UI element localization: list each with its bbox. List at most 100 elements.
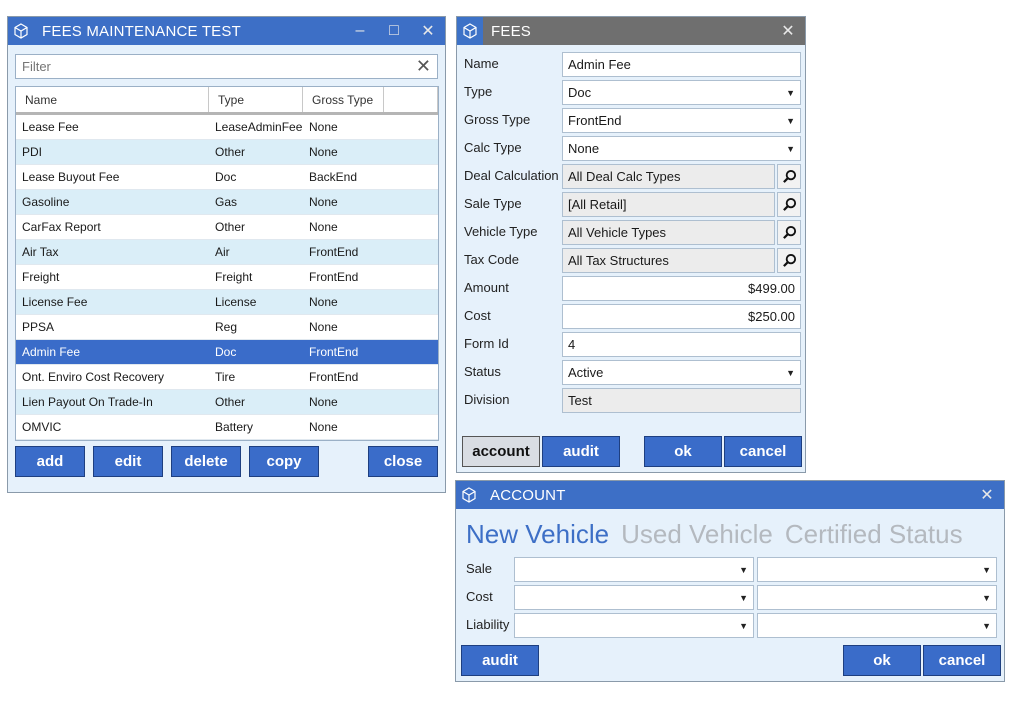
- account-titlebar[interactable]: ACCOUNT ✕: [456, 481, 1004, 509]
- edit-button[interactable]: edit: [93, 446, 163, 477]
- cost-field[interactable]: $250.00: [562, 304, 801, 329]
- cost-account-select-1[interactable]: ▼: [514, 585, 754, 610]
- column-header-name[interactable]: Name: [16, 87, 209, 112]
- tax-code-label: Tax Code: [464, 252, 519, 267]
- name-value: Admin Fee: [568, 57, 631, 72]
- type-cell: Other: [215, 395, 246, 409]
- fees-window: FEES ✕ Name Admin Fee Type Doc ▼ Gross Ty…: [456, 16, 806, 473]
- app-cube-icon: [456, 481, 482, 509]
- gross-type-cell: FrontEnd: [309, 345, 359, 359]
- deal-calculation-search-button[interactable]: [777, 164, 801, 189]
- close-window-button[interactable]: ✕: [771, 17, 805, 45]
- tab-used-vehicle[interactable]: Used Vehicle: [621, 519, 773, 550]
- close-window-button[interactable]: ✕: [411, 17, 445, 45]
- type-label: Type: [464, 84, 493, 99]
- type-cell: LeaseAdminFee: [215, 120, 303, 134]
- sale-row-label: Sale: [466, 561, 493, 576]
- table-row[interactable]: Air Tax Air FrontEnd: [16, 240, 438, 265]
- ok-button[interactable]: ok: [843, 645, 921, 676]
- search-icon: [782, 169, 796, 183]
- audit-button[interactable]: audit: [542, 436, 620, 467]
- table-row[interactable]: PDI Other None: [16, 140, 438, 165]
- type-cell: Tire: [215, 370, 236, 384]
- liability-account-select-1[interactable]: ▼: [514, 613, 754, 638]
- table-row[interactable]: License Fee License None: [16, 290, 438, 315]
- calc-type-select[interactable]: None ▼: [562, 136, 801, 161]
- form-id-field[interactable]: 4: [562, 332, 801, 357]
- name-cell: PPSA: [22, 320, 55, 334]
- add-button[interactable]: add: [15, 446, 85, 477]
- table-row[interactable]: CarFax Report Other None: [16, 215, 438, 240]
- column-header-gross-type[interactable]: Gross Type: [303, 87, 384, 112]
- delete-button[interactable]: delete: [171, 446, 241, 477]
- close-window-button[interactable]: ✕: [970, 481, 1004, 509]
- deal-calculation-value: All Deal Calc Types: [568, 169, 681, 184]
- gross-type-select[interactable]: FrontEnd ▼: [562, 108, 801, 133]
- type-cell: Gas: [215, 195, 238, 209]
- type-cell: Battery: [215, 420, 254, 434]
- cost-account-select-2[interactable]: ▼: [757, 585, 997, 610]
- table-row[interactable]: Lease Fee LeaseAdminFee None: [16, 115, 438, 140]
- type-cell: Air: [215, 245, 230, 259]
- form-id-value: 4: [568, 337, 576, 352]
- liability-row-label: Liability: [466, 617, 510, 632]
- sale-type-search-button[interactable]: [777, 192, 801, 217]
- chevron-down-icon: ▼: [739, 620, 748, 631]
- cancel-button[interactable]: cancel: [724, 436, 802, 467]
- type-cell: Doc: [215, 345, 237, 359]
- table-row[interactable]: OMVIC Battery None: [16, 415, 438, 440]
- column-header-filler: [384, 87, 438, 112]
- fees-maintenance-titlebar[interactable]: FEES MAINTENANCE TEST – □ ✕: [8, 17, 445, 45]
- fees-titlebar[interactable]: FEES ✕: [457, 17, 805, 45]
- cost-label: Cost: [464, 308, 491, 323]
- grid-body: Lease Fee LeaseAdminFee None PDI Other None Le…: [16, 115, 438, 440]
- name-cell: License Fee: [22, 295, 88, 309]
- minimize-button[interactable]: –: [343, 17, 377, 45]
- name-field[interactable]: Admin Fee: [562, 52, 801, 77]
- column-header-type[interactable]: Type: [209, 87, 303, 112]
- gross-type-cell: None: [309, 395, 338, 409]
- table-row[interactable]: Freight Freight FrontEnd: [16, 265, 438, 290]
- cancel-button[interactable]: cancel: [923, 645, 1001, 676]
- account-window: ACCOUNT ✕ New Vehicle Used Vehicle Certi…: [455, 480, 1005, 682]
- audit-button[interactable]: audit: [461, 645, 539, 676]
- gross-type-cell: None: [309, 145, 338, 159]
- account-button[interactable]: account: [462, 436, 540, 467]
- vehicle-type-search-button[interactable]: [777, 220, 801, 245]
- division-label: Division: [464, 392, 510, 407]
- table-row[interactable]: PPSA Reg None: [16, 315, 438, 340]
- table-row[interactable]: Lien Payout On Trade-In Other None: [16, 390, 438, 415]
- maximize-button[interactable]: □: [377, 17, 411, 45]
- name-cell: OMVIC: [22, 420, 62, 434]
- tax-code-value: All Tax Structures: [568, 253, 669, 268]
- chevron-down-icon: ▼: [982, 564, 991, 575]
- copy-button[interactable]: copy: [249, 446, 319, 477]
- liability-account-select-2[interactable]: ▼: [757, 613, 997, 638]
- clear-filter-icon[interactable]: ✕: [416, 56, 431, 77]
- ok-button[interactable]: ok: [644, 436, 722, 467]
- table-row[interactable]: Lease Buyout Fee Doc BackEnd: [16, 165, 438, 190]
- tab-certified-status[interactable]: Certified Status: [785, 519, 963, 550]
- name-cell: Lease Buyout Fee: [22, 170, 120, 184]
- division-field: Test: [562, 388, 801, 413]
- table-row[interactable]: Admin Fee Doc FrontEnd: [16, 340, 438, 365]
- close-button[interactable]: close: [368, 446, 438, 477]
- gross-type-cell: None: [309, 295, 338, 309]
- deal-calculation-field: All Deal Calc Types: [562, 164, 775, 189]
- filter-input[interactable]: [16, 55, 404, 78]
- chevron-down-icon: ▼: [786, 115, 795, 126]
- sale-account-select-1[interactable]: ▼: [514, 557, 754, 582]
- type-cell: Other: [215, 220, 246, 234]
- sale-account-select-2[interactable]: ▼: [757, 557, 997, 582]
- table-row[interactable]: Ont. Enviro Cost Recovery Tire FrontEnd: [16, 365, 438, 390]
- amount-field[interactable]: $499.00: [562, 276, 801, 301]
- name-cell: Gasoline: [22, 195, 70, 209]
- tax-code-search-button[interactable]: [777, 248, 801, 273]
- table-row[interactable]: Gasoline Gas None: [16, 190, 438, 215]
- gross-type-cell: FrontEnd: [309, 370, 359, 384]
- status-select[interactable]: Active ▼: [562, 360, 801, 385]
- type-cell: License: [215, 295, 257, 309]
- tab-new-vehicle[interactable]: New Vehicle: [466, 519, 609, 550]
- name-cell: Lien Payout On Trade-In: [22, 395, 153, 409]
- type-select[interactable]: Doc ▼: [562, 80, 801, 105]
